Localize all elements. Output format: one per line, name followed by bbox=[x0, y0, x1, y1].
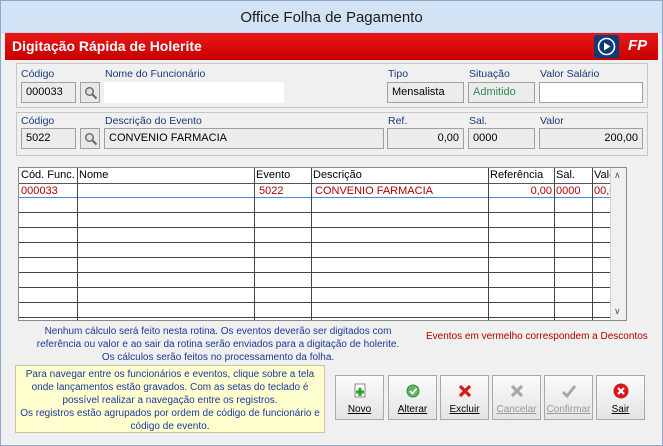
cancel-x-icon bbox=[510, 384, 524, 398]
employee-name-field[interactable] bbox=[104, 82, 284, 103]
status-field: Admitido bbox=[468, 82, 535, 103]
new-button-label: Novo bbox=[347, 404, 372, 415]
fp-logo: FP bbox=[628, 37, 648, 54]
events-table[interactable]: Cód. Func. Nome Evento Descrição Referên… bbox=[18, 167, 627, 321]
status-label: Situação bbox=[469, 68, 510, 80]
cell-code: 000033 bbox=[21, 185, 58, 197]
employee-name-label: Nome do Funcionário bbox=[105, 68, 206, 80]
employee-panel: Código 000033 Nome do Funcionário Tipo M… bbox=[16, 63, 648, 108]
confirm-button[interactable]: Confirmar bbox=[544, 375, 593, 420]
salary-field bbox=[539, 82, 643, 103]
employee-code-field[interactable]: 000033 bbox=[21, 82, 76, 103]
cancel-button[interactable]: Cancelar bbox=[492, 375, 541, 420]
col-header-name[interactable]: Nome bbox=[79, 169, 108, 181]
event-desc-label: Descrição do Evento bbox=[105, 115, 202, 127]
col-header-desc[interactable]: Descrição bbox=[313, 169, 362, 181]
calc-note-line: referência ou valor e ao sair da rotina … bbox=[36, 339, 400, 350]
salary-label: Valor Salário bbox=[540, 68, 600, 80]
cell-name bbox=[79, 184, 253, 198]
form-header: Digitação Rápida de Holerite FP bbox=[5, 33, 658, 60]
col-header-code[interactable]: Cód. Func. bbox=[21, 169, 75, 181]
app-window: Office Folha de Pagamento Digitação Rápi… bbox=[0, 0, 663, 446]
column-divider bbox=[77, 168, 78, 320]
table-row[interactable] bbox=[19, 214, 626, 228]
event-search-button[interactable] bbox=[80, 128, 100, 149]
table-row[interactable] bbox=[19, 244, 626, 258]
tip-line: Para navegar entre os funcionários e eve… bbox=[25, 369, 315, 380]
add-document-icon bbox=[354, 383, 366, 398]
column-divider bbox=[254, 168, 255, 320]
calc-note-line: Os cálculos serão feitos no processament… bbox=[101, 352, 335, 363]
column-divider bbox=[592, 168, 593, 320]
play-video-icon[interactable] bbox=[594, 35, 619, 58]
cell-desc: CONVENIO FARMACIA bbox=[315, 185, 433, 197]
event-panel: Código 5022 Descrição do Evento CONVENIO… bbox=[16, 112, 648, 156]
employee-code-label: Código bbox=[21, 68, 55, 80]
col-header-event[interactable]: Evento bbox=[256, 169, 290, 181]
form-title: Digitação Rápida de Holerite bbox=[12, 38, 202, 54]
table-row[interactable] bbox=[19, 199, 626, 213]
table-row[interactable] bbox=[19, 229, 626, 243]
column-divider bbox=[311, 168, 312, 320]
column-divider bbox=[554, 168, 555, 320]
navigation-tip: Para navegar entre os funcionários e eve… bbox=[15, 365, 325, 433]
scroll-down-icon[interactable]: ∨ bbox=[614, 306, 621, 317]
cancel-button-label: Cancelar bbox=[496, 404, 537, 415]
magnifier-icon bbox=[85, 133, 98, 146]
edit-icon bbox=[406, 384, 420, 398]
table-row[interactable] bbox=[19, 274, 626, 288]
ref-label: Ref. bbox=[388, 115, 408, 127]
event-code-label: Código bbox=[21, 115, 55, 127]
checkmark-icon bbox=[561, 385, 577, 399]
sal-field[interactable]: 0000 bbox=[468, 128, 535, 149]
col-header-ref[interactable]: Referência bbox=[490, 169, 543, 181]
confirm-button-label: Confirmar bbox=[546, 404, 591, 415]
delete-x-icon bbox=[458, 384, 472, 398]
cell-sal: 0000 bbox=[556, 185, 581, 197]
value-label: Valor bbox=[540, 115, 564, 127]
event-desc-field: CONVENIO FARMACIA bbox=[104, 128, 384, 149]
col-header-sal[interactable]: Sal. bbox=[556, 169, 575, 181]
vertical-scrollbar[interactable]: ∧ ∨ bbox=[610, 168, 626, 320]
table-row[interactable] bbox=[19, 304, 626, 318]
table-row[interactable]: 000033 5022 CONVENIO FARMACIA 0,00 0000 00,00 bbox=[19, 184, 626, 198]
tip-line: onde lançamentos estão gravados. Com as … bbox=[31, 382, 309, 393]
type-label: Tipo bbox=[388, 68, 409, 80]
exit-button-label: Sair bbox=[611, 404, 630, 415]
value-field[interactable]: 200,00 bbox=[539, 128, 643, 149]
sal-label: Sal. bbox=[469, 115, 488, 127]
delete-button-label: Excluir bbox=[449, 404, 480, 415]
ref-field[interactable]: 0,00 bbox=[387, 128, 464, 149]
table-row[interactable] bbox=[19, 259, 626, 273]
exit-circle-icon bbox=[613, 383, 629, 399]
column-divider bbox=[488, 168, 489, 320]
event-code-field[interactable]: 5022 bbox=[21, 128, 76, 149]
tip-line: possível realizar a navegação entre os r… bbox=[62, 395, 278, 406]
calculation-note: Nenhum cálculo será feito nesta rotina. … bbox=[23, 325, 413, 364]
magnifier-icon bbox=[85, 87, 98, 100]
tip-line: código de evento. bbox=[130, 421, 210, 432]
new-button[interactable]: Novo bbox=[335, 375, 384, 420]
cell-ref: 0,00 bbox=[530, 185, 552, 197]
discount-legend: Eventos em vermelho correspondem a Desco… bbox=[426, 331, 648, 342]
edit-button-label: Alterar bbox=[397, 404, 428, 415]
tip-line: Os registros estão agrupados por ordem d… bbox=[20, 408, 320, 419]
table-header: Cód. Func. Nome Evento Descrição Referên… bbox=[19, 168, 626, 184]
delete-button[interactable]: Excluir bbox=[440, 375, 489, 420]
employee-search-button[interactable] bbox=[80, 82, 100, 103]
calc-note-line: Nenhum cálculo será feito nesta rotina. … bbox=[44, 326, 392, 337]
exit-button[interactable]: Sair bbox=[596, 375, 645, 420]
table-row[interactable] bbox=[19, 289, 626, 303]
type-field: Mensalista bbox=[387, 82, 464, 103]
scroll-up-icon[interactable]: ∧ bbox=[614, 170, 621, 181]
cell-event: 5022 bbox=[259, 185, 284, 197]
window-title: Office Folha de Pagamento bbox=[1, 1, 662, 33]
edit-button[interactable]: Alterar bbox=[388, 375, 437, 420]
